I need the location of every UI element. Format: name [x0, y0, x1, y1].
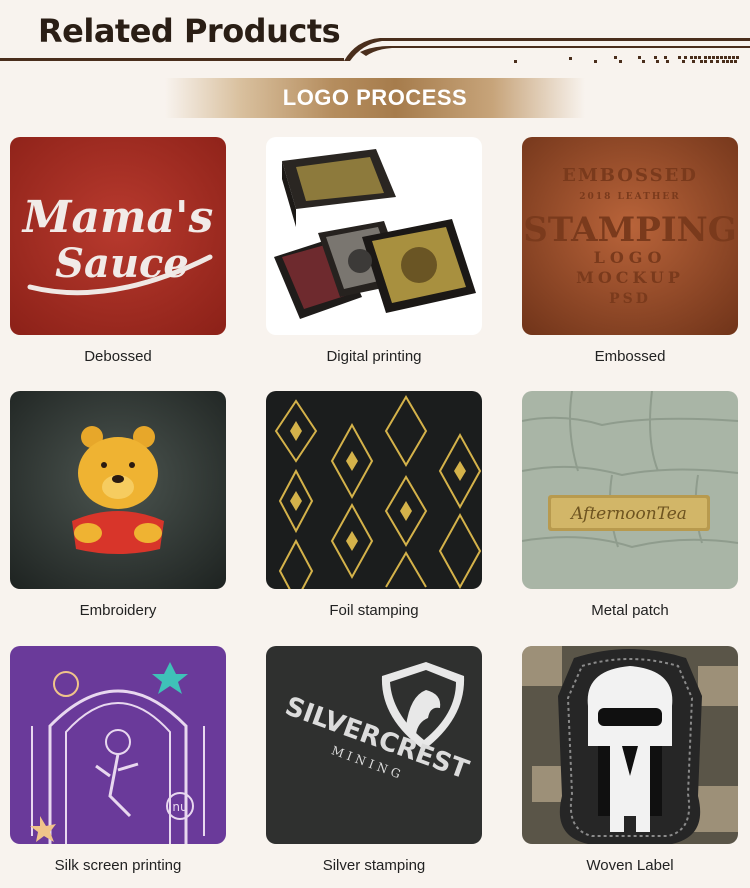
product-card-metal-patch[interactable]: AfternoonTea Metal patch [522, 391, 738, 619]
woven-label-image[interactable] [522, 646, 738, 844]
product-label[interactable]: Metal patch [522, 602, 738, 619]
product-label[interactable]: Foil stamping [266, 602, 482, 619]
foil-stamping-image[interactable] [266, 391, 482, 589]
section-header: Related Products [0, 0, 750, 70]
metal-patch-text: AfternoonTea [569, 504, 687, 524]
product-label[interactable]: Digital printing [266, 348, 482, 365]
embossed-text-5: MOCKUP [576, 268, 684, 287]
embroidery-image[interactable] [10, 391, 226, 589]
embossed-image[interactable]: EMBOSSED 2018 LEATHER STAMPING LOGO MOCK… [522, 137, 738, 335]
product-card-debossed[interactable]: Mama's Sauce Debossed [10, 137, 226, 365]
product-card-digital-printing[interactable]: Digital printing [266, 137, 482, 365]
product-label[interactable]: Silk screen printing [10, 857, 226, 874]
debossed-image[interactable]: Mama's Sauce [10, 137, 226, 335]
product-card-embroidery[interactable]: Embroidery [10, 391, 226, 619]
metal-patch-image[interactable]: AfternoonTea [522, 391, 738, 589]
embossed-text-1: EMBOSSED [562, 165, 698, 186]
embossed-text-4: LOGO [594, 248, 667, 267]
product-label[interactable]: Silver stamping [266, 857, 482, 874]
digital-printing-image[interactable] [266, 137, 482, 335]
embossed-text-3: STAMPING [523, 210, 737, 250]
embossed-text-6: PSD [609, 291, 651, 307]
product-label[interactable]: Embossed [522, 348, 738, 365]
product-card-silver-stamping[interactable]: SILVERCREST MINING Silver stamping [266, 646, 482, 874]
debossed-text-1: Mama's [21, 192, 214, 243]
product-card-embossed[interactable]: EMBOSSED 2018 LEATHER STAMPING LOGO MOCK… [522, 137, 738, 365]
silk-screen-text: nu [172, 800, 187, 814]
debossed-text-2: Sauce [55, 240, 189, 287]
header-decoration [0, 38, 750, 63]
silver-stamping-image[interactable]: SILVERCREST MINING [266, 646, 482, 844]
product-card-silk-screen[interactable]: nu Silk screen printing [10, 646, 226, 874]
logo-process-label: LOGO PROCESS [282, 85, 468, 110]
embossed-text-2: 2018 LEATHER [579, 192, 680, 202]
product-label[interactable]: Embroidery [10, 602, 226, 619]
product-label[interactable]: Debossed [10, 348, 226, 365]
product-card-woven-label[interactable]: Woven Label [522, 646, 738, 874]
silk-screen-image[interactable]: nu [10, 646, 226, 844]
product-card-foil-stamping[interactable]: Foil stamping [266, 391, 482, 619]
product-label[interactable]: Woven Label [522, 857, 738, 874]
